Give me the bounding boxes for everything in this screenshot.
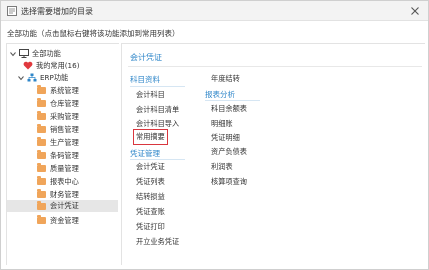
function-item[interactable]: 会计凭证 — [136, 162, 165, 172]
tree-label-erp: ERP功能 — [40, 72, 69, 82]
tree-node-module[interactable]: 生产管理 — [37, 137, 79, 148]
tree-node-module[interactable]: 系统管理 — [37, 85, 79, 96]
function-item[interactable]: 凭证明细 — [211, 133, 240, 143]
function-item[interactable]: 核算项查询 — [211, 177, 247, 187]
tree-node-module[interactable]: 财务管理 — [37, 189, 79, 200]
close-icon[interactable] — [408, 4, 422, 18]
folder-icon — [37, 124, 46, 133]
tree-label-module: 仓库管理 — [50, 98, 79, 108]
tree-label-module: 财务管理 — [50, 189, 79, 199]
function-tree: 全部功能 我的常用(16) ERP功能 系统管理 仓库管理 采购管理 销售管理 … — [6, 43, 119, 265]
tree-node-module[interactable]: 仓库管理 — [37, 98, 79, 109]
folder-icon — [37, 111, 46, 120]
folder-icon — [37, 150, 46, 159]
window-title: 选择需要增加的目录 — [21, 7, 93, 16]
tree-label-module: 报表中心 — [50, 176, 79, 186]
network-icon — [27, 73, 37, 82]
tree-node-favorites[interactable]: 我的常用(16) — [23, 60, 80, 71]
function-item[interactable]: 明细账 — [211, 119, 233, 129]
folder-icon — [37, 137, 46, 146]
tree-label-module: 条码管理 — [50, 150, 79, 160]
function-item-highlighted[interactable]: 常用摘要 — [133, 129, 168, 145]
tree-label-root: 全部功能 — [32, 48, 61, 58]
folder-icon — [37, 85, 46, 94]
window-icon — [7, 6, 17, 16]
tree-label-module: 采购管理 — [50, 111, 79, 121]
tree-label-module: 生产管理 — [50, 137, 79, 147]
tree-label-module: 系统管理 — [50, 85, 79, 95]
group-divider — [130, 159, 185, 160]
heart-icon — [23, 61, 33, 70]
group-divider — [130, 86, 185, 87]
tree-node-module[interactable]: 质量管理 — [37, 163, 79, 174]
function-item[interactable]: 会计科目清单 — [136, 105, 179, 115]
function-item[interactable]: 开立业务凭证 — [136, 237, 179, 247]
monitor-icon — [19, 49, 29, 58]
group-title-subject-data: 科目资料 — [130, 75, 160, 84]
function-item[interactable]: 会计科目 — [136, 90, 165, 100]
folder-icon — [37, 163, 46, 172]
folder-icon — [37, 215, 46, 224]
group-title-report-analysis: 报表分析 — [205, 90, 235, 99]
function-item[interactable]: 会计科目导入 — [136, 119, 179, 129]
tree-label-favorites: 我的常用(16) — [36, 60, 80, 70]
function-item[interactable]: 凭证查账 — [136, 207, 165, 217]
title-bar: 选择需要增加的目录 — [1, 1, 428, 21]
tree-node-module[interactable]: 销售管理 — [37, 124, 79, 135]
function-item[interactable]: 凭证列表 — [136, 177, 165, 187]
folder-icon — [37, 189, 46, 198]
tree-label-module: 质量管理 — [50, 163, 79, 173]
group-divider — [205, 100, 260, 101]
function-content-panel: 会计凭证 科目资料 会计科目 会计科目清单 会计科目导入 常用摘要 凭证管理 会… — [121, 43, 425, 265]
folder-icon — [37, 176, 46, 185]
chevron-down-icon[interactable] — [9, 50, 17, 58]
tree-node-module-selected[interactable]: 会计凭证 — [7, 200, 118, 212]
function-item[interactable]: 年度结转 — [211, 74, 240, 84]
tree-node-module[interactable]: 报表中心 — [37, 176, 79, 187]
panel-title: 会计凭证 — [130, 53, 162, 62]
instruction-text: 全部功能（点击鼠标右键将该功能添加到常用列表） — [7, 29, 180, 38]
chevron-down-icon[interactable] — [17, 74, 25, 82]
panel-divider — [128, 66, 422, 67]
tree-node-module[interactable]: 资金管理 — [37, 215, 79, 226]
tree-node-module[interactable]: 采购管理 — [37, 111, 79, 122]
group-title-voucher-mgmt: 凭证管理 — [130, 149, 160, 158]
folder-icon — [37, 200, 46, 210]
function-item[interactable]: 资产负债表 — [211, 147, 247, 157]
tree-label-module: 资金管理 — [50, 215, 79, 225]
function-item[interactable]: 凭证打印 — [136, 222, 165, 232]
function-item[interactable]: 科目余额表 — [211, 104, 247, 114]
tree-node-root[interactable]: 全部功能 — [9, 48, 61, 59]
dialog-window: 选择需要增加的目录 全部功能（点击鼠标右键将该功能添加到常用列表） 全部功能 我… — [0, 0, 429, 270]
tree-label-module: 销售管理 — [50, 124, 79, 134]
tree-node-module[interactable]: 条码管理 — [37, 150, 79, 161]
function-item[interactable]: 结转损益 — [136, 192, 165, 202]
function-item[interactable]: 利润表 — [211, 162, 233, 172]
tree-label-module: 会计凭证 — [50, 201, 79, 210]
tree-node-erp[interactable]: ERP功能 — [17, 72, 68, 83]
folder-icon — [37, 98, 46, 107]
